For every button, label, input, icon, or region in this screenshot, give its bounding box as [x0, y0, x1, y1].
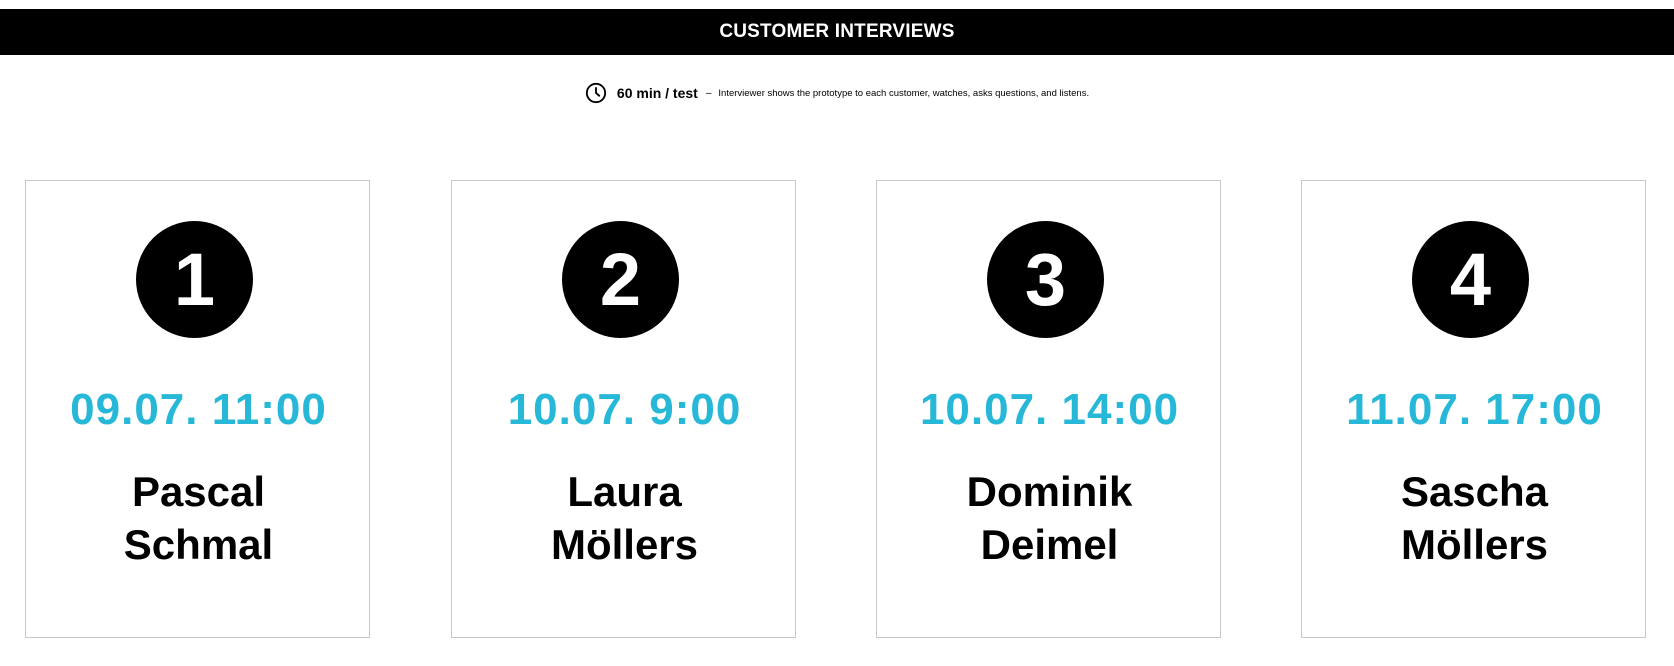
number-badge: 1	[136, 221, 253, 338]
last-name: Möllers	[550, 521, 699, 568]
number-badge: 2	[562, 221, 679, 338]
interview-cards: 1 09.07. 11:00 Pascal Schmal 2 10.07. 9:…	[25, 180, 1649, 640]
interview-card-2: 2 10.07. 9:00 Laura Möllers	[451, 180, 796, 638]
separator: –	[705, 87, 712, 99]
participant-name: Pascal Schmal	[26, 465, 371, 571]
session-info: 60 min / test – Interviewer shows the pr…	[0, 80, 1674, 106]
interview-slot: 10.07. 14:00	[919, 385, 1180, 434]
interview-slot: 09.07. 11:00	[70, 385, 327, 434]
participant-name: Laura Möllers	[452, 465, 797, 571]
number-badge: 3	[987, 221, 1104, 338]
first-name: Pascal	[131, 468, 266, 515]
session-description: Interviewer shows the prototype to each …	[718, 87, 1090, 99]
interview-card-3: 3 10.07. 14:00 Dominik Deimel	[876, 180, 1221, 638]
number-badge: 4	[1412, 221, 1529, 338]
last-name: Schmal	[123, 521, 274, 568]
interview-card-1: 1 09.07. 11:00 Pascal Schmal	[25, 180, 370, 638]
participant-name: Sascha Möllers	[1302, 465, 1647, 571]
first-name: Dominik	[966, 468, 1133, 515]
interview-slot: 11.07. 17:00	[1346, 385, 1603, 434]
interview-slot: 10.07. 9:00	[507, 385, 742, 434]
last-name: Möllers	[1400, 521, 1549, 568]
page: CUSTOMER INTERVIEWS 60 min / test – Inte…	[0, 0, 1674, 666]
duration-label: 60 min / test	[616, 85, 698, 101]
page-title: CUSTOMER INTERVIEWS	[719, 21, 955, 42]
header-bar: CUSTOMER INTERVIEWS	[0, 9, 1674, 55]
participant-name: Dominik Deimel	[877, 465, 1222, 571]
first-name: Laura	[567, 468, 682, 515]
last-name: Deimel	[980, 521, 1119, 568]
first-name: Sascha	[1400, 468, 1549, 515]
interview-card-4: 4 11.07. 17:00 Sascha Möllers	[1301, 180, 1646, 638]
clock-icon	[585, 82, 606, 104]
